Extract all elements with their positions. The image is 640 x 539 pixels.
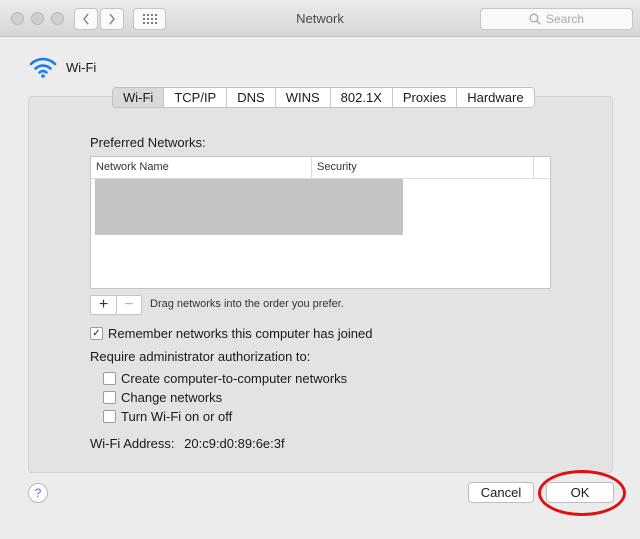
search-placeholder: Search [545,12,585,26]
preferred-networks-label: Preferred Networks: [90,135,206,150]
create-networks-checkbox[interactable] [103,372,116,385]
turn-wifi-checkbox[interactable] [103,410,116,423]
tab-dns[interactable]: DNS [227,88,276,107]
drag-hint: Drag networks into the order you prefer. [150,298,344,310]
remember-networks-label[interactable]: Remember networks this computer has join… [108,326,372,341]
remember-networks-row: ✓ Remember networks this computer has jo… [90,326,372,341]
wifi-address-label: Wi-Fi Address: [90,436,175,451]
turn-wifi-label[interactable]: Turn Wi-Fi on or off [121,409,232,424]
tab-8021x[interactable]: 802.1X [330,88,393,107]
table-header: Network Name Security [91,157,550,179]
column-security[interactable]: Security [312,157,534,178]
remove-network-button[interactable]: − [115,296,141,314]
tab-bar: Wi-Fi TCP/IP DNS WINS 802.1X Proxies Har… [112,87,535,108]
help-button[interactable]: ? [28,483,48,503]
title-bar: Network Search [0,0,640,37]
require-admin-label: Require administrator authorization to: [90,349,311,364]
remember-networks-checkbox[interactable]: ✓ [90,327,103,340]
preferred-networks-table[interactable]: Network Name Security [90,156,551,289]
redacted-network-rows [95,179,403,235]
tab-wins[interactable]: WINS [275,88,331,107]
change-networks-checkbox[interactable] [103,391,116,404]
add-remove-control: + − [90,295,142,315]
tab-tcpip[interactable]: TCP/IP [164,88,228,107]
cancel-button[interactable]: Cancel [468,482,534,503]
wifi-header-label: Wi-Fi [66,59,97,75]
wifi-address-row: Wi-Fi Address: 20:c9:d0:89:6e:3f [90,436,285,451]
change-networks-row: Change networks [103,390,222,405]
wifi-address-value: 20:c9:d0:89:6e:3f [184,436,285,451]
wifi-header: Wi-Fi [28,56,96,78]
highlight-circle [538,470,626,516]
tab-proxies[interactable]: Proxies [392,88,458,107]
tab-wifi[interactable]: Wi-Fi [113,88,165,107]
add-network-button[interactable]: + [91,296,116,314]
search-icon [529,13,541,25]
tab-hardware[interactable]: Hardware [457,88,534,107]
create-networks-label[interactable]: Create computer-to-computer networks [121,371,347,386]
change-networks-label[interactable]: Change networks [121,390,222,405]
column-network-name[interactable]: Network Name [91,157,312,178]
wifi-icon [29,57,57,78]
turn-wifi-row: Turn Wi-Fi on or off [103,409,232,424]
search-field[interactable]: Search [480,8,633,30]
create-networks-row: Create computer-to-computer networks [103,371,347,386]
